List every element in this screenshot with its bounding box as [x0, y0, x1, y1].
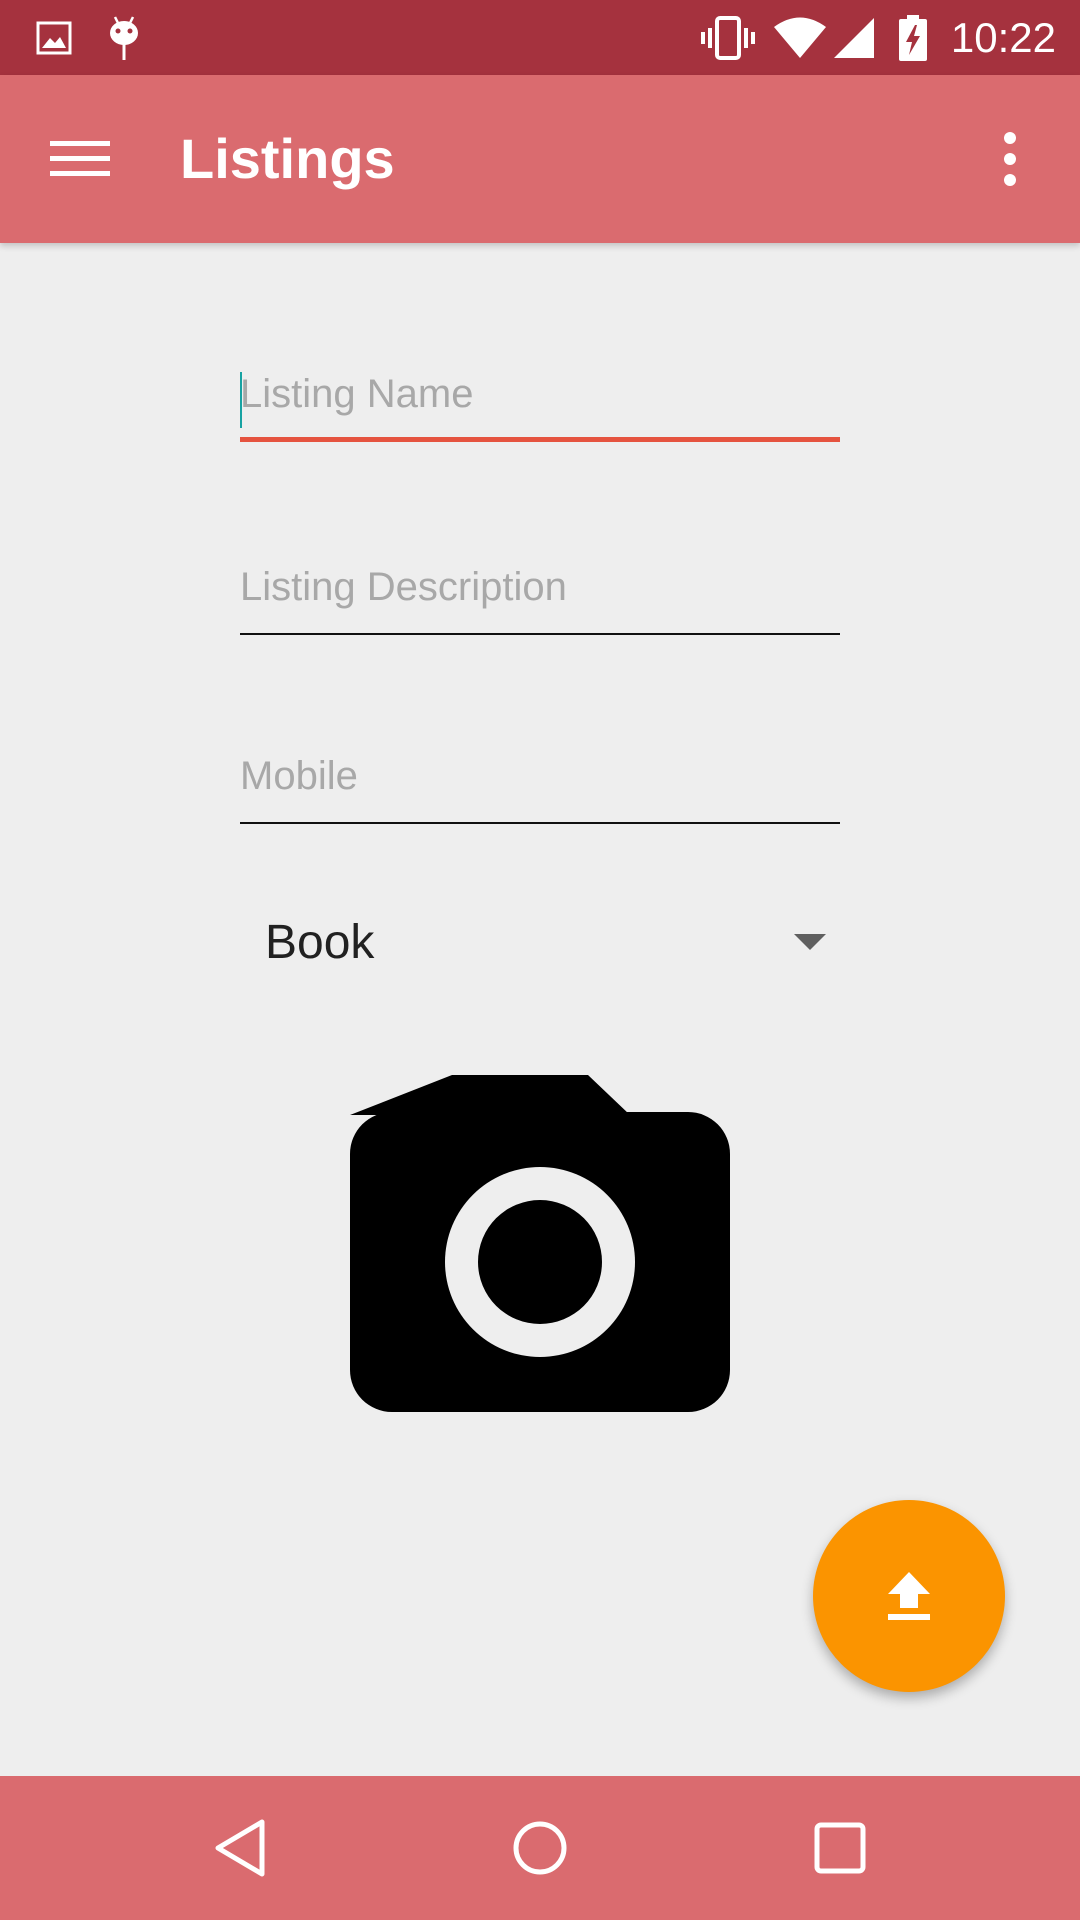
status-bar: 10:22	[0, 0, 1080, 75]
listing-name-underline	[240, 437, 840, 442]
category-selected-value: Book	[265, 916, 375, 969]
camera-icon	[350, 1075, 730, 1412]
battery-charging-icon	[896, 0, 930, 75]
listing-name-input[interactable]	[240, 352, 840, 436]
listing-description-input[interactable]	[240, 545, 840, 629]
upload-fab-button[interactable]	[813, 1500, 1005, 1692]
listings-screen: 10:22 Listings Listing Name Listing Desc…	[0, 0, 1080, 1920]
hamburger-menu-button[interactable]	[30, 109, 130, 209]
home-circle-icon	[513, 1821, 567, 1875]
upload-icon	[888, 1572, 930, 1620]
mobile-underline	[240, 822, 840, 824]
text-cursor	[240, 372, 242, 428]
listing-description-underline	[240, 633, 840, 635]
nav-back-button[interactable]	[190, 1798, 290, 1898]
status-time: 10:22	[950, 14, 1056, 61]
category-spinner[interactable]: Book	[240, 900, 840, 986]
nav-home-button[interactable]	[490, 1798, 590, 1898]
listing-description-field[interactable]	[240, 545, 840, 635]
mobile-field[interactable]	[240, 734, 840, 824]
nav-recents-button[interactable]	[790, 1798, 890, 1898]
android-debug-icon	[104, 0, 144, 75]
mobile-input[interactable]	[240, 734, 840, 818]
wifi-icon	[772, 0, 828, 75]
back-triangle-icon	[215, 1819, 265, 1877]
more-vert-icon	[1004, 132, 1016, 186]
hamburger-menu-icon	[50, 141, 110, 176]
vibrate-icon	[698, 0, 758, 75]
system-navigation-bar	[0, 1776, 1080, 1920]
listing-name-field[interactable]	[240, 352, 840, 442]
app-bar: Listings	[0, 75, 1080, 243]
camera-button[interactable]	[350, 1070, 730, 1415]
dropdown-arrow-icon	[794, 934, 826, 950]
image-notification-icon	[34, 0, 74, 75]
overflow-menu-button[interactable]	[960, 109, 1060, 209]
cell-signal-icon	[832, 0, 876, 75]
page-title: Listings	[180, 127, 395, 190]
recents-square-icon	[814, 1822, 866, 1874]
